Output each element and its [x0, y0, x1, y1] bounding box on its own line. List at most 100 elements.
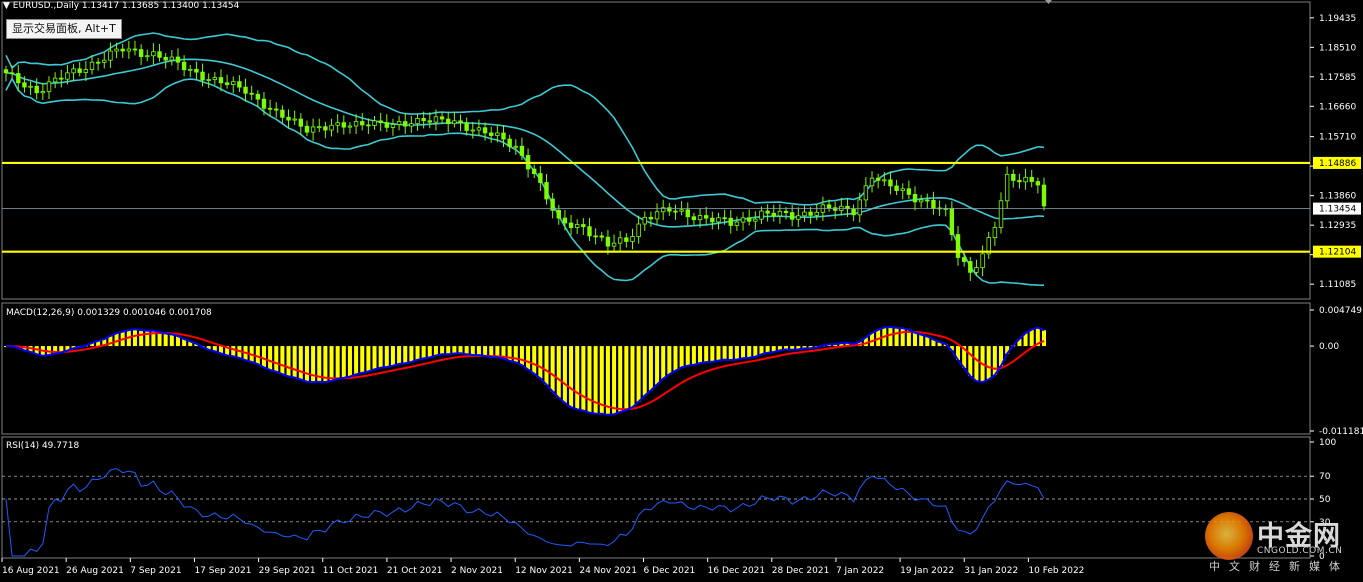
macd-bar: [894, 327, 899, 347]
price-tick-label: 1.17585: [1319, 73, 1356, 83]
watermark: 中金网 CNGOLD.COM.CN 中文财经新媒体: [1205, 512, 1360, 580]
macd-bar: [538, 346, 543, 379]
macd-bar: [440, 346, 445, 355]
macd-bar: [519, 346, 524, 366]
price-tick-label: 1.12935: [1319, 221, 1356, 231]
price-tick-label: 1.18510: [1319, 43, 1356, 53]
macd-bar: [685, 346, 690, 366]
macd-bar: [968, 346, 973, 377]
macd-bar: [132, 329, 137, 347]
macd-bar: [268, 346, 273, 370]
macd-bar: [974, 346, 979, 382]
macd-bar: [747, 346, 752, 358]
time-tick-label: 2 Nov 2021: [451, 566, 503, 576]
macd-bar: [673, 346, 678, 371]
dropdown-arrow-icon[interactable]: ▼: [3, 1, 10, 11]
macd-bar: [421, 346, 426, 359]
macd-bar: [728, 346, 733, 361]
time-tick-label: 17 Sep 2021: [194, 566, 251, 576]
level-price-tag-label: 1.14886: [1319, 159, 1356, 169]
macd-bar: [274, 346, 279, 372]
macd-bar: [986, 346, 991, 380]
macd-bar: [992, 346, 997, 375]
macd-bar: [483, 346, 488, 356]
watermark-subtitle: 中文财经新媒体: [1209, 560, 1349, 573]
macd-bar: [655, 346, 660, 385]
price-tick-label: 1.11085: [1319, 280, 1356, 290]
macd-bar: [526, 346, 531, 370]
macd-bar: [403, 346, 408, 364]
macd-bar: [734, 346, 739, 360]
macd-bar: [569, 346, 574, 408]
chart-window[interactable]: 1.194351.185101.175851.166601.157101.147…: [0, 0, 1363, 582]
time-tick-label: 10 Feb 2022: [1028, 566, 1084, 576]
macd-bar: [550, 346, 555, 392]
macd-bar: [304, 346, 309, 382]
macd-bar: [409, 346, 414, 362]
time-tick-label: 16 Dec 2021: [708, 566, 766, 576]
macd-bar: [722, 346, 727, 360]
macd-bar: [913, 332, 918, 347]
macd-bar: [311, 346, 316, 383]
macd-bar: [329, 346, 334, 381]
macd-bar: [366, 346, 371, 372]
macd-bar: [900, 328, 905, 347]
macd-bar: [513, 346, 518, 363]
rsi-tick-label: 70: [1319, 472, 1331, 482]
macd-bar: [544, 346, 549, 385]
macd-bar: [624, 346, 629, 411]
macd-bar: [642, 346, 647, 396]
macd-bar: [698, 346, 703, 364]
time-tick-label: 7 Jan 2022: [836, 566, 884, 576]
current-price-tag-label: 1.13454: [1319, 205, 1356, 215]
macd-bar: [716, 346, 721, 361]
symbol-header[interactable]: ▼ EURUSD.,Daily 1.13417 1.13685 1.13400 …: [3, 1, 239, 11]
macd-bar: [636, 346, 641, 402]
macd-bar: [280, 346, 285, 375]
macd-bar: [612, 346, 617, 415]
macd-bar: [888, 326, 893, 347]
macd-bar: [581, 346, 586, 411]
macd-bar: [532, 346, 537, 374]
macd-bar: [347, 346, 352, 377]
macd-bar: [298, 346, 303, 380]
macd-bar: [397, 346, 402, 364]
macd-bar: [261, 346, 266, 368]
price-tick-label: 1.13860: [1319, 192, 1356, 202]
time-tick-label: 12 Nov 2021: [515, 566, 573, 576]
macd-bar: [1029, 329, 1034, 347]
rsi-label: RSI(14) 49.7718: [6, 441, 79, 451]
macd-bar: [667, 346, 672, 375]
macd-bar: [372, 346, 377, 370]
rsi-tick-label: 100: [1319, 438, 1336, 448]
macd-bar: [139, 330, 144, 347]
macd-bar: [384, 346, 389, 368]
macd-bar: [661, 346, 666, 379]
time-tick-label: 24 Nov 2021: [579, 566, 637, 576]
macd-bar: [169, 334, 174, 347]
macd-bar: [114, 333, 119, 347]
macd-bar: [618, 346, 623, 413]
macd-bar: [341, 346, 346, 378]
macd-bar: [691, 346, 696, 365]
time-tick-label: 31 Jan 2022: [964, 566, 1018, 576]
macd-bar: [446, 346, 451, 355]
macd-bar: [390, 346, 395, 366]
time-tick-label: 11 Oct 2021: [323, 566, 379, 576]
rsi-tick-label: 50: [1319, 495, 1331, 505]
macd-bar: [1042, 330, 1046, 347]
level-price-tag-label: 1.12104: [1319, 248, 1356, 258]
macd-tick-label: 0.00: [1319, 342, 1339, 352]
macd-bar: [919, 334, 924, 347]
macd-bar: [470, 346, 475, 356]
macd-bar: [741, 346, 746, 359]
watermark-url: CNGOLD.COM.CN: [1257, 546, 1343, 556]
time-tick-label: 7 Sep 2021: [130, 566, 181, 576]
macd-bar: [458, 346, 463, 354]
time-tick-label: 29 Sep 2021: [259, 566, 316, 576]
macd-bar: [415, 346, 420, 360]
trade-panel-tooltip: 显示交易面板, Alt+T: [6, 19, 122, 39]
time-tick-label: 16 Aug 2021: [2, 566, 60, 576]
macd-bar: [556, 346, 561, 398]
macd-bar: [378, 346, 383, 368]
